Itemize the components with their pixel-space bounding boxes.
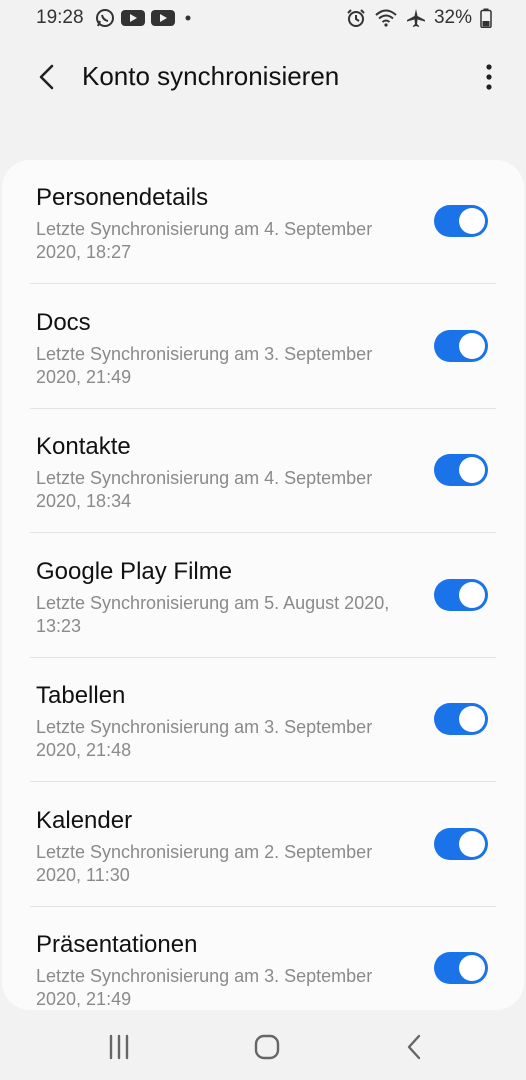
status-notification-icons [95,8,195,28]
status-system-icons: 32% [346,7,492,29]
sync-item-last-sync: Letzte Synchronisierung am 3. September … [36,966,373,1009]
toggle-knob [459,831,485,857]
toggle-knob [459,208,485,234]
navigation-bar [0,1010,526,1080]
wifi-icon [375,9,397,27]
airplane-mode-icon [406,9,425,27]
notification-dot-icon [185,15,191,21]
sync-item-title: Kontakte [36,433,131,460]
toggle-knob [459,582,485,608]
toggle-knob [459,333,485,359]
sync-toggle[interactable] [434,330,488,362]
status-time: 19:28 [36,7,84,28]
alarm-icon [347,9,365,27]
sync-toggle[interactable] [434,579,488,611]
sync-item-last-sync: Letzte Synchronisierung am 4. September … [36,468,373,511]
nav-back-button[interactable] [400,1032,430,1062]
divider [30,283,496,284]
sync-toggle[interactable] [434,205,488,237]
sync-item-title: Personendetails [36,184,209,211]
page-title: Konto synchronisieren [82,61,340,91]
sync-item-last-sync: Letzte Synchronisierung am 5. August 202… [36,593,390,636]
back-icon [407,1034,421,1060]
divider [30,532,496,533]
toggle-knob [459,706,485,732]
sync-item-last-sync: Letzte Synchronisierung am 3. September … [36,344,373,387]
status-bar: 19:28 32% [0,0,526,36]
whatsapp-icon [96,9,114,27]
battery-percent: 32% [433,7,472,28]
home-button[interactable] [252,1032,282,1062]
more-vert-icon [486,64,492,90]
sync-item-title: Google Play Filme [36,558,233,585]
sync-item-last-sync: Letzte Synchronisierung am 3. September … [36,717,373,760]
sync-item-personendetails[interactable]: Personendetails Letzte Synchronisierung … [2,160,524,284]
sync-item-praesentationen[interactable]: Präsentationen Letzte Synchronisierung a… [2,907,524,1010]
sync-toggle[interactable] [434,454,488,486]
toggle-knob [459,955,485,981]
sync-item-kontakte[interactable]: Kontakte Letzte Synchronisierung am 4. S… [2,409,524,533]
recent-apps-icon [109,1034,129,1060]
back-button[interactable] [30,60,64,94]
toggle-knob [459,457,485,483]
more-options-button[interactable] [480,60,498,94]
sync-item-last-sync: Letzte Synchronisierung am 4. September … [36,219,373,262]
sync-toggle[interactable] [434,952,488,984]
divider [30,781,496,782]
youtube-icon [151,10,175,26]
sync-list-card: Personendetails Letzte Synchronisierung … [2,160,524,1010]
sync-toggle[interactable] [434,703,488,735]
sync-item-google-play-filme[interactable]: Google Play Filme Letzte Synchronisierun… [2,534,524,658]
battery-icon [480,8,492,28]
sync-item-title: Kalender [36,807,133,834]
sync-toggle[interactable] [434,828,488,860]
sync-item-title: Tabellen [36,682,126,709]
sync-item-kalender[interactable]: Kalender Letzte Synchronisierung am 2. S… [2,783,524,907]
youtube-icon [121,10,145,26]
sync-item-title: Präsentationen [36,931,198,958]
back-arrow-icon [39,64,54,90]
sync-item-docs[interactable]: Docs Letzte Synchronisierung am 3. Septe… [2,285,524,409]
recent-apps-button[interactable] [104,1032,134,1062]
app-bar: Konto synchronisieren [0,48,526,106]
sync-item-tabellen[interactable]: Tabellen Letzte Synchronisierung am 3. S… [2,658,524,782]
home-icon [254,1034,280,1060]
sync-item-last-sync: Letzte Synchronisierung am 2. September … [36,842,373,885]
sync-item-title: Docs [36,309,91,336]
